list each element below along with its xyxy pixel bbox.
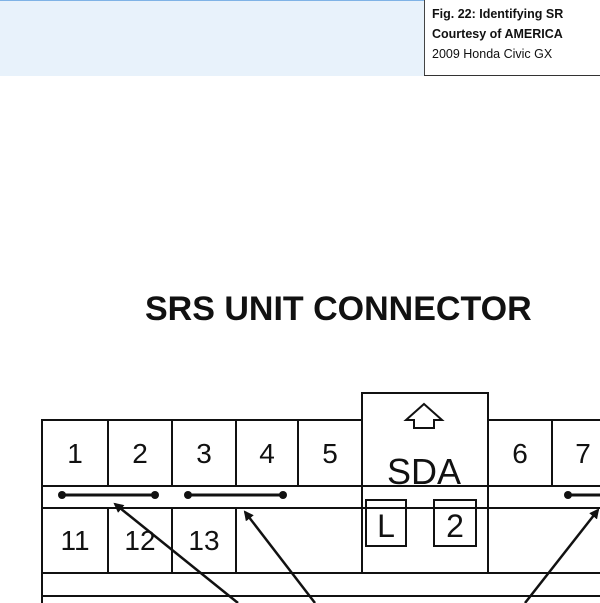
two-key-label: 2: [446, 508, 464, 544]
pin-label-1: 1: [67, 438, 83, 469]
leader-arrow-middle: [243, 510, 316, 603]
up-arrow-icon: [403, 402, 445, 429]
pin-label-3: 3: [196, 438, 212, 469]
connector-outline: [41, 392, 600, 603]
sda-label: SDA: [387, 451, 461, 492]
leader-arrow-right: [524, 508, 600, 603]
pin-label-12: 12: [124, 525, 155, 556]
pin-label-11: 11: [60, 525, 89, 556]
pin-label-5: 5: [322, 438, 338, 469]
shorting-bar-right: [564, 491, 600, 499]
shorting-bar-middle: [184, 491, 287, 499]
pin-label-6: 6: [512, 438, 528, 469]
pin-label-13: 13: [188, 525, 219, 556]
pin-label-4: 4: [259, 438, 275, 469]
srs-connector-diagram: 1 2 3 4 5 6 7 SDA L 2 11 12 13: [41, 392, 600, 603]
pin-label-7: 7: [575, 438, 591, 469]
pin-label-2: 2: [132, 438, 148, 469]
l-key-label: L: [377, 508, 395, 544]
shorting-bar-left: [58, 491, 159, 499]
